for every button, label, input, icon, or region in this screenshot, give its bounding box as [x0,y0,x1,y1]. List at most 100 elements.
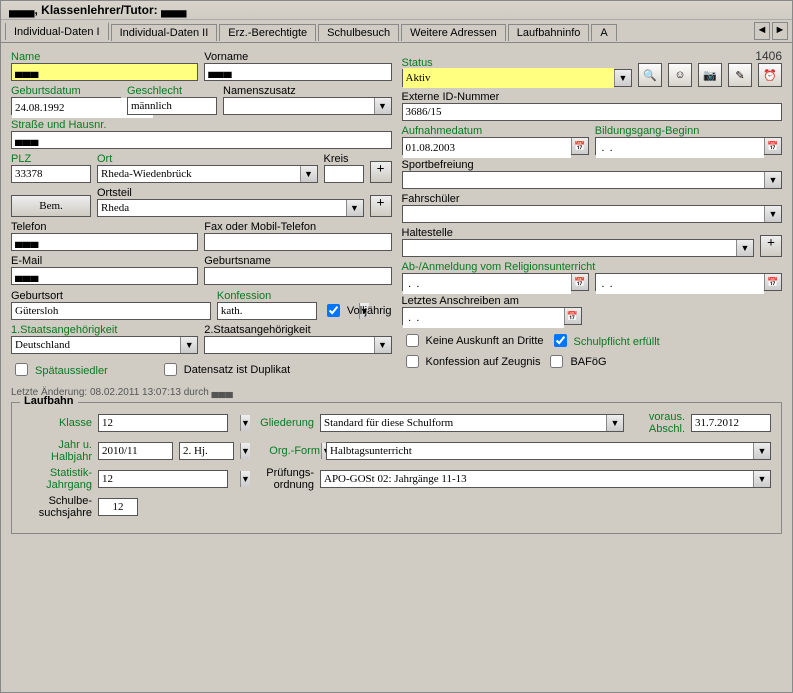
bafoeg-checkbox[interactable] [550,355,563,368]
konfzeugnis-checkbox[interactable] [406,355,419,368]
staat1-select[interactable]: ▼ [11,336,198,354]
edit-icon[interactable]: ✎ [728,63,752,87]
add-halte-button[interactable]: + [760,235,782,257]
add-ortsteil-button[interactable]: + [370,195,392,217]
sport-select[interactable]: ▼ [402,171,783,189]
tab-more[interactable]: A [591,24,616,41]
bildungsgang-input[interactable]: 📅 [595,137,782,155]
jahr-label: Jahr u. Halbjahr [22,439,92,463]
gliederung-label: Gliederung [234,417,314,429]
geburtsort-input[interactable] [11,302,211,320]
ort-select[interactable]: ▼ [97,165,318,183]
orgform-select[interactable]: ▼ [326,442,771,460]
geburtsname-input[interactable] [204,267,391,285]
bildungsgang-label: Bildungsgang-Beginn [595,125,782,137]
bafoeg-label: BAFöG [570,356,606,368]
anschreiben-input[interactable]: 📅 [402,307,582,325]
laufbahn-legend: Laufbahn [20,395,78,407]
klasse-select[interactable]: ▼ [98,414,228,432]
keineauskunft-checkbox[interactable] [406,334,419,347]
chevron-down-icon[interactable]: ▼ [606,415,623,431]
namenszusatz-select[interactable]: ▼ [223,97,392,115]
laufbahn-group: Laufbahn Klasse ▼ Gliederung ▼ voraus. A… [11,402,782,534]
gliederung-select[interactable]: ▼ [320,414,624,432]
duplikat-checkbox[interactable] [164,363,177,376]
camera-icon[interactable]: 📷 [698,63,722,87]
record-id: 1406 [755,49,782,63]
schulpflicht-checkbox[interactable] [554,334,567,347]
calendar-icon[interactable]: 📅 [764,274,781,290]
spaetaussiedler-checkbox[interactable] [15,363,28,376]
telefon-input[interactable] [11,233,198,251]
chevron-down-icon[interactable]: ▼ [753,443,770,459]
tab-erz-berechtigte[interactable]: Erz.-Berechtigte [219,24,316,41]
tab-weitere-adressen[interactable]: Weitere Adressen [401,24,506,41]
add-ort-button[interactable]: + [370,161,392,183]
geburtsdatum-label: Geburtsdatum [11,85,121,97]
tab-individual-2[interactable]: Individual-Daten II [111,24,218,41]
konfzeugnis-label: Konfession auf Zeugnis [426,356,541,368]
anschreiben-label: Letztes Anschreiben am [402,295,582,307]
chevron-down-icon[interactable]: ▼ [374,337,391,353]
vorname-input[interactable] [204,63,391,81]
chevron-down-icon[interactable]: ▼ [736,240,753,256]
statjg-select[interactable]: ▼ [98,470,228,488]
status-select[interactable]: ▼ [402,69,633,87]
ortsteil-select[interactable]: ▼ [97,199,364,217]
pruef-select[interactable]: ▼ [320,470,771,488]
email-label: E-Mail [11,255,198,267]
chevron-down-icon[interactable]: ▼ [300,166,317,182]
aufnahme-input[interactable]: 📅 [402,137,589,155]
tab-strip: Individual-Daten I Individual-Daten II E… [1,20,792,43]
tab-schulbesuch[interactable]: Schulbesuch [318,24,399,41]
strasse-input[interactable] [11,131,392,149]
window-title: ▄▄▄, Klassenlehrer/Tutor: ▄▄▄ [1,1,792,20]
tab-scroll-right[interactable]: ► [772,22,788,40]
calendar-icon[interactable]: 📅 [564,308,581,324]
volljaehrig-checkbox[interactable] [327,304,340,317]
calendar-icon[interactable]: 📅 [571,274,588,290]
plz-input[interactable]: ▼ [11,165,91,183]
halbjahr-select[interactable]: ▼ [179,442,234,460]
kreis-input[interactable] [324,165,364,183]
calendar-icon[interactable]: 📅 [764,138,781,154]
kreis-label: Kreis [324,153,364,165]
geburtsname-label: Geburtsname [204,255,391,267]
religion-ab-input[interactable]: 📅 [402,273,589,291]
tab-scroll-left[interactable]: ◄ [754,22,770,40]
halte-select[interactable]: ▼ [402,239,755,257]
keineauskunft-label: Keine Auskunft an Dritte [426,335,544,347]
smiley-icon[interactable]: ☺ [668,63,692,87]
chevron-down-icon[interactable]: ▼ [374,98,391,114]
religion-an-input[interactable]: 📅 [595,273,782,291]
staat2-select[interactable]: ▼ [204,336,391,354]
tab-individual-1[interactable]: Individual-Daten I [5,22,109,40]
calendar-icon[interactable]: 📅 [571,138,588,154]
extid-input[interactable] [402,103,783,121]
chevron-down-icon[interactable]: ▼ [180,337,197,353]
klasse-label: Klasse [22,417,92,429]
chevron-down-icon[interactable]: ▼ [764,172,781,188]
schulpflicht-label: Schulpflicht erfüllt [574,336,660,348]
abschluss-input[interactable] [691,414,771,432]
bemerkung-button[interactable]: Bem. [11,195,91,217]
alarm-icon[interactable]: ⏰ [758,63,782,87]
religion-label: Ab-/Anmeldung vom Religionsunterricht [402,261,783,273]
name-input[interactable] [11,63,198,81]
fahr-select[interactable]: ▼ [402,205,783,223]
orgform-label: Org.-Form [240,445,320,457]
geschlecht-select[interactable]: ▼ [127,97,217,115]
vorname-label: Vorname [204,51,391,63]
chevron-down-icon[interactable]: ▼ [614,70,631,86]
email-input[interactable] [11,267,198,285]
jahr-select[interactable]: ▼ [98,442,173,460]
tab-laufbahninfo[interactable]: Laufbahninfo [508,24,590,41]
search-icon[interactable]: 🔍 [638,63,662,87]
konfession-select[interactable]: ▼ [217,302,317,320]
chevron-down-icon[interactable]: ▼ [346,200,363,216]
geburtsdatum-input[interactable]: 📅 [11,97,121,115]
schuljahre-input[interactable] [98,498,138,516]
chevron-down-icon[interactable]: ▼ [753,471,770,487]
chevron-down-icon[interactable]: ▼ [764,206,781,222]
fax-input[interactable] [204,233,391,251]
